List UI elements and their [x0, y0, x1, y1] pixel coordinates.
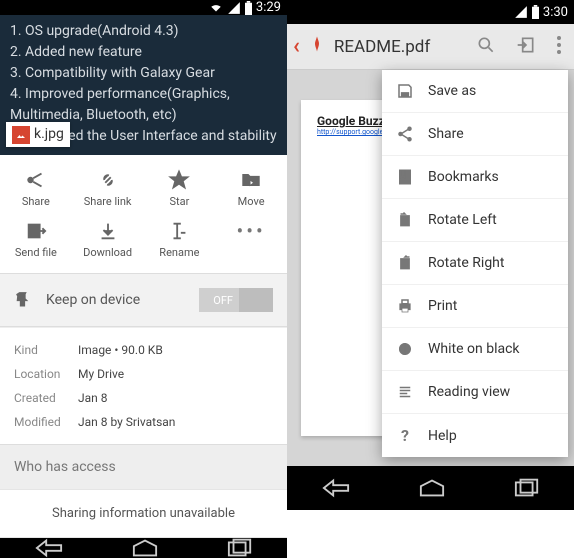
menu-rotate-right[interactable]: Rotate Right [382, 242, 568, 285]
access-header: Who has access [0, 444, 287, 489]
pdf-title: README.pdf [334, 37, 462, 57]
clock: 3:30 [543, 5, 568, 20]
keep-toggle[interactable]: OFF [199, 288, 273, 312]
keep-label: Keep on device [46, 292, 140, 308]
menu-save-as[interactable]: Save as [382, 70, 568, 113]
menu-rotate-left[interactable]: Rotate Left [382, 199, 568, 242]
signal-icon [227, 1, 241, 15]
nav-bar [0, 538, 287, 558]
menu-print[interactable]: Print [382, 285, 568, 328]
home-icon[interactable] [419, 478, 445, 498]
nav-bar [287, 466, 574, 510]
notes-panel: 1. OS upgrade(Android 4.3) 2. Added new … [0, 15, 287, 155]
rename-button[interactable]: Rename [144, 214, 216, 265]
download-button[interactable]: Download [72, 214, 144, 265]
note-line: 4. Improved performance(Graphics, Multim… [10, 84, 277, 126]
help-icon: ? [396, 426, 414, 445]
menu-white-on-black[interactable]: White on black [382, 328, 568, 371]
status-bar: 3:30 [287, 0, 574, 24]
signal-icon [514, 5, 528, 19]
menu-bookmarks[interactable]: Bookmarks [382, 156, 568, 199]
back-icon[interactable] [322, 478, 350, 498]
star-button[interactable]: Star [144, 163, 216, 214]
keep-on-device-row: Keep on device OFF [0, 273, 287, 327]
file-chip[interactable]: k.jpg [6, 122, 70, 147]
share-button[interactable]: Share [0, 163, 72, 214]
action-grid: Share Share link Star Move Send file Dow… [0, 155, 287, 269]
battery-icon [244, 1, 253, 15]
move-button[interactable]: Move [215, 163, 287, 214]
access-body: Sharing information unavailable [0, 489, 287, 538]
status-bar: 3:29 [0, 0, 287, 15]
toggle-knob [239, 288, 273, 312]
note-line: 2. Added new feature [10, 42, 277, 63]
menu-help[interactable]: ?Help [382, 414, 568, 457]
back-icon[interactable] [35, 538, 63, 558]
note-line: 3. Compatibility with Galaxy Gear [10, 63, 277, 84]
search-icon[interactable] [470, 35, 502, 59]
battery-icon [531, 5, 540, 19]
more-button[interactable]: ••• [215, 214, 287, 265]
menu-reading-view[interactable]: Reading view [382, 371, 568, 414]
menu-share[interactable]: Share [382, 113, 568, 156]
wifi-icon [208, 1, 224, 15]
more-icon: ••• [237, 220, 266, 242]
overflow-menu: Save as Share Bookmarks Rotate Left Rota… [382, 70, 568, 457]
phone-left: 3:29 1. OS upgrade(Android 4.3) 2. Added… [0, 0, 287, 510]
meta-panel: KindImage • 90.0 KB LocationMy Drive Cre… [0, 327, 287, 444]
home-icon[interactable] [132, 538, 158, 558]
note-line: 1. OS upgrade(Android 4.3) [10, 21, 277, 42]
back-chevron-icon[interactable]: ‹ [293, 34, 300, 59]
recent-icon[interactable] [227, 538, 253, 558]
file-name: k.jpg [34, 124, 64, 145]
pin-icon [14, 289, 32, 311]
pdf-viewport[interactable]: Google Buzz http://support.google.com/dr… [287, 70, 574, 466]
phone-right: 3:30 ‹ README.pdf Google Buzz http://sup… [287, 0, 574, 510]
send-file-button[interactable]: Send file [0, 214, 72, 265]
overflow-icon[interactable] [550, 35, 568, 59]
pdf-toolbar: ‹ README.pdf [287, 24, 574, 70]
pdf-app-icon [308, 35, 326, 58]
recent-icon[interactable] [514, 478, 540, 498]
image-icon [12, 126, 30, 144]
clock: 3:29 [256, 0, 281, 15]
share-link-button[interactable]: Share link [72, 163, 144, 214]
export-icon[interactable] [510, 35, 542, 59]
